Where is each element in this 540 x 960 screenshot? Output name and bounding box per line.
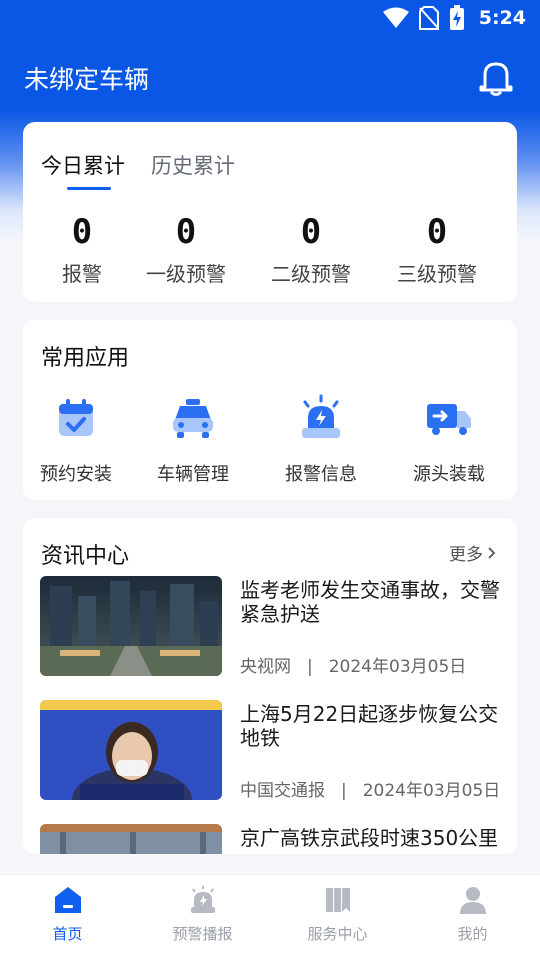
status-bar: 5:24 — [0, 0, 540, 36]
news-date: 2024年03月05日 — [328, 657, 467, 677]
service-icon — [325, 888, 350, 912]
apps-card: 常用应用 预约安装 车辆管理 报警信息 源头装载 — [23, 320, 517, 500]
stat-value: 0 — [175, 212, 197, 252]
stat-label: 三级预警 — [397, 262, 477, 286]
notification-button[interactable] — [476, 58, 516, 98]
stat-value: 0 — [426, 212, 448, 252]
news-date: 2024年03月05日 — [362, 781, 501, 801]
stat-level1[interactable]: 0 一级预警 — [141, 214, 231, 287]
app-appointment[interactable]: 预约安装 — [23, 394, 129, 486]
stat-value: 0 — [300, 212, 322, 252]
news-thumbnail — [40, 700, 222, 800]
battery-charging-icon — [449, 5, 464, 30]
app-bar: 未绑定车辆 — [0, 48, 540, 108]
bottom-nav: 首页 预警播报 服务中心 我的 — [0, 874, 540, 960]
news-item-title: 监考老师发生交通事故，交警紧急护送 — [240, 578, 500, 626]
apps-grid: 预约安装 车辆管理 报警信息 源头装载 — [23, 394, 517, 486]
stat-label: 报警 — [62, 262, 102, 286]
stats-card: 今日累计 历史累计 0 报警 0 一级预警 0 二级预警 0 三级预警 — [23, 122, 517, 302]
nav-alerts[interactable]: 预警播报 — [135, 875, 270, 960]
no-sim-icon — [418, 6, 439, 30]
tab-history[interactable]: 历史累计 — [151, 150, 235, 188]
tab-today[interactable]: 今日累计 — [41, 150, 125, 190]
app-label: 报警信息 — [285, 464, 357, 485]
meta-separator: | — [307, 657, 313, 677]
news-item-title: 上海5月22日起逐步恢复公交地铁 — [240, 702, 499, 750]
stat-label: 二级预警 — [271, 262, 351, 286]
stats-row: 0 报警 0 一级预警 0 二级预警 0 三级预警 — [23, 214, 517, 287]
news-item-meta: 中国交通报 | 2024年03月05日 — [240, 776, 500, 801]
news-item-meta: 央视网 | 2024年03月05日 — [240, 652, 466, 677]
stat-level3[interactable]: 0 三级预警 — [391, 214, 483, 287]
wifi-icon — [382, 7, 409, 28]
nav-label: 我的 — [457, 925, 488, 943]
news-item[interactable]: 监考老师发生交通事故，交警紧急护送 央视网 | 2024年03月05日 — [40, 576, 510, 677]
user-icon — [459, 887, 486, 914]
nav-label: 服务中心 — [307, 925, 368, 943]
status-time: 5:24 — [478, 7, 526, 29]
apps-title: 常用应用 — [41, 346, 130, 371]
stat-alarm[interactable]: 0 报警 — [23, 214, 141, 287]
stat-label: 一级预警 — [146, 262, 226, 286]
news-thumbnail — [40, 576, 222, 676]
stat-level2[interactable]: 0 二级预警 — [231, 214, 391, 287]
news-thumbnail — [40, 824, 222, 854]
page-title: 未绑定车辆 — [24, 65, 150, 94]
app-vehicle[interactable]: 车辆管理 — [129, 394, 257, 486]
more-label: 更多 — [449, 545, 483, 565]
meta-separator: | — [341, 781, 347, 801]
news-item[interactable]: 上海5月22日起逐步恢复公交地铁 中国交通报 | 2024年03月05日 — [40, 700, 510, 801]
chevron-right-icon — [488, 546, 496, 559]
app-label: 车辆管理 — [157, 464, 229, 485]
news-card: 资讯中心 更多 监考老师发生交通事故，交警紧急护送 央视网 | 2024年03月… — [23, 518, 517, 854]
news-item[interactable]: 京广高铁京武段时速350公里 — [40, 824, 510, 854]
app-label: 源头装载 — [413, 464, 485, 485]
nav-me[interactable]: 我的 — [405, 875, 540, 960]
truck-icon — [427, 404, 471, 435]
news-item-title: 京广高铁京武段时速350公里 — [240, 826, 499, 850]
taxi-icon — [173, 399, 213, 438]
stat-value: 0 — [71, 212, 93, 252]
home-icon — [54, 887, 81, 913]
alarm-icon — [190, 886, 215, 913]
app-alarm-info[interactable]: 报警信息 — [257, 394, 385, 486]
more-link[interactable]: 更多 — [449, 540, 497, 565]
news-title: 资讯中心 — [41, 544, 130, 569]
stats-tabs: 今日累计 历史累计 — [41, 150, 235, 190]
app-source-loading[interactable]: 源头装载 — [385, 394, 513, 486]
news-source: 中国交通报 — [240, 781, 325, 801]
alarm-light-icon — [302, 394, 340, 438]
nav-home[interactable]: 首页 — [0, 875, 135, 960]
calendar-check-icon — [59, 399, 93, 436]
app-label: 预约安装 — [40, 464, 112, 485]
news-source: 央视网 — [240, 657, 291, 677]
bell-icon — [479, 62, 513, 96]
nav-label: 首页 — [52, 925, 83, 943]
nav-service[interactable]: 服务中心 — [270, 875, 405, 960]
nav-label: 预警播报 — [172, 925, 233, 943]
